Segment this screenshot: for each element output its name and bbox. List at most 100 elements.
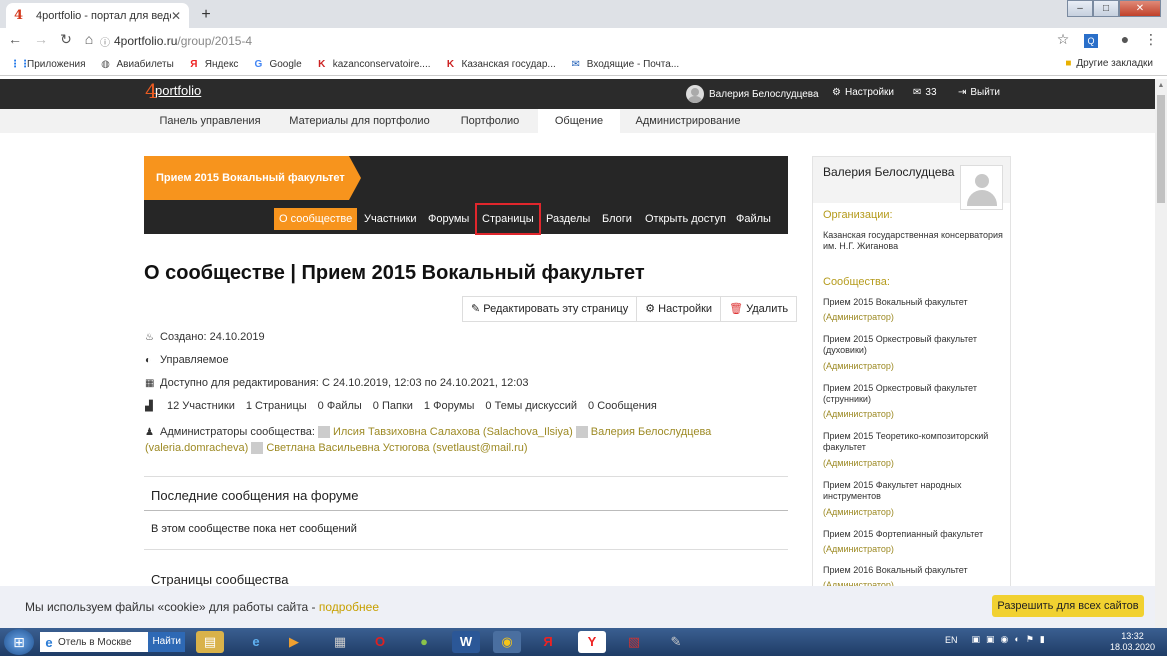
account-icon[interactable]: ● <box>1116 31 1134 47</box>
new-tab-button[interactable]: + <box>196 5 216 25</box>
scrollbar-thumb[interactable] <box>1157 95 1165 203</box>
taskbar-search-input[interactable]: Отель в Москве <box>58 637 148 648</box>
internet-explorer-icon[interactable]: e <box>242 631 270 653</box>
back-arrow-icon[interactable]: ← <box>6 31 24 47</box>
tab-about[interactable]: О сообществе <box>274 208 358 230</box>
community-link[interactable]: Прием 2015 Оркестровый факультет (струнн… <box>823 383 1003 405</box>
page-scrollbar[interactable]: ▲ <box>1155 79 1167 628</box>
app-icon[interactable]: ● <box>410 631 438 653</box>
yandex-icon[interactable]: Y <box>578 631 606 653</box>
media-player-icon[interactable]: ▶ <box>280 631 308 653</box>
profile-avatar[interactable] <box>960 165 1003 210</box>
other-bookmarks[interactable]: ■ Другие закладки <box>1065 58 1153 69</box>
bookmark-kazan-gos[interactable]: K Казанская государ... <box>445 59 556 71</box>
chrome-icon[interactable]: ◉ <box>493 631 521 653</box>
cookie-more-link[interactable]: подробнее <box>319 600 379 614</box>
scroll-up-icon[interactable]: ▲ <box>1155 82 1167 89</box>
home-icon[interactable]: ⌂ <box>80 31 98 47</box>
stat-folders: 0 Папки <box>372 400 413 412</box>
user-menu[interactable]: Валерия Белослудцева <box>686 85 819 103</box>
start-button[interactable]: ⊞ <box>4 629 34 655</box>
managed-row: ◐ Управляемое <box>145 354 229 366</box>
yandex-browser-icon[interactable]: Я <box>534 631 562 653</box>
calculator-icon[interactable]: ▦ <box>326 631 354 653</box>
bookmark-mail[interactable]: ✉ Входящие - Почта... <box>570 59 680 71</box>
address-bar-row: ← → ↻ ⌂ ⓘ 4portfolio.ru/group/2015-4 ☆ Q… <box>0 28 1167 54</box>
bookmark-kazanconservatoire[interactable]: Kkazanconservatoire.... <box>316 59 430 71</box>
taskbar-search-button[interactable]: Найти <box>148 632 185 652</box>
extension-icon[interactable]: Q <box>1084 34 1098 48</box>
menu-dots-icon[interactable]: ⋮ <box>1142 31 1160 48</box>
admin-link[interactable]: Илсия Тавзиховна Салахова <box>333 426 480 438</box>
community-link[interactable]: Прием 2015 Оркестровый факультет (духови… <box>823 334 1003 356</box>
settings-link[interactable]: ⚙ Настройки <box>832 87 894 98</box>
edit-page-button[interactable]: ✎ Редактировать эту страницу <box>463 297 638 321</box>
opera-icon[interactable]: O <box>366 631 394 653</box>
clock[interactable]: 13:32 18.03.2020 <box>1110 631 1155 653</box>
tab-blogs[interactable]: Блоги <box>597 208 637 230</box>
community-link[interactable]: Прием 2016 Вокальный факультет <box>823 565 1003 576</box>
site-logo[interactable]: 4 portfolio <box>145 79 213 103</box>
bookmark-avia[interactable]: ◍ Авиабилеты <box>100 59 174 71</box>
bookmark-label: Яндекс <box>204 59 239 70</box>
edit-page-label: Редактировать эту страницу <box>483 303 629 315</box>
other-bookmarks-label: Другие закладки <box>1076 58 1153 69</box>
windows-taskbar: ⊞ e Отель в Москве Найти ▤ e ▶ ▦ O ● W ◉… <box>0 628 1167 656</box>
word-icon[interactable]: W <box>452 631 480 653</box>
community-link[interactable]: Прием 2015 Вокальный факультет <box>823 297 1003 308</box>
tab-forums[interactable]: Форумы <box>423 208 474 230</box>
minimize-button[interactable]: – <box>1067 0 1093 17</box>
explorer-icon[interactable]: ▤ <box>196 631 224 653</box>
tray-icons[interactable]: ▣▣◉◐⚑▮ <box>972 634 1051 645</box>
nav-materials[interactable]: Материалы для портфолио <box>282 109 437 133</box>
admin-login[interactable]: (Salachova_Ilsiya) <box>483 426 573 438</box>
forward-arrow-icon[interactable]: → <box>32 31 50 47</box>
community-link[interactable]: Прием 2015 Факультет народных инструмент… <box>823 480 1003 502</box>
editable-value: С 24.10.2019, 12:03 по 24.10.2021, 12:03 <box>321 377 529 389</box>
bookmark-yandex[interactable]: Я Яндекс <box>188 59 239 71</box>
info-icon[interactable]: ⓘ <box>100 34 110 49</box>
bookmark-apps[interactable]: ⋮⋮ Приложения <box>10 59 86 71</box>
tool-icon[interactable]: ✎ <box>662 631 690 653</box>
admin-link[interactable]: Валерия Белослудцева <box>591 426 712 438</box>
logout-link[interactable]: ⇥ Выйти <box>958 87 1000 98</box>
close-window-button[interactable]: ✕ <box>1119 0 1161 17</box>
allow-cookies-button[interactable]: Разрешить для всех сайтов <box>992 595 1144 617</box>
settings-button[interactable]: ⚙ Настройки <box>637 297 722 321</box>
browser-tab[interactable]: 4 4portfolio - портал для ведения ✕ <box>6 3 189 28</box>
reload-icon[interactable]: ↻ <box>57 31 75 48</box>
community-role: (Администратор) <box>823 458 894 468</box>
tab-members[interactable]: Участники <box>359 208 422 230</box>
nav-portfolio[interactable]: Портфолио <box>450 109 530 133</box>
delete-button[interactable]: 🗑︎ Удалить <box>721 297 796 321</box>
messages-link[interactable]: ✉ 33 <box>913 87 937 98</box>
maximize-button[interactable]: □ <box>1093 0 1119 17</box>
admin-login[interactable]: (svetlaust@mail.ru) <box>433 442 528 454</box>
group-title[interactable]: Прием 2015 Вокальный факультет <box>144 156 361 200</box>
sidebar-user-name[interactable]: Валерия Белослудцева <box>823 166 958 179</box>
admin-link[interactable]: Светлана Васильевна Устюгова <box>266 442 429 454</box>
tab-files[interactable]: Файлы <box>731 208 776 230</box>
bookmark-google[interactable]: G Google <box>252 59 302 71</box>
language-indicator[interactable]: EN <box>945 635 958 645</box>
paint-icon[interactable]: ▧ <box>620 631 648 653</box>
url-path: /group/2015-4 <box>177 34 253 48</box>
bookmark-star-icon[interactable]: ☆ <box>1054 31 1072 48</box>
user-icon: ♟ <box>145 426 154 438</box>
tab-share[interactable]: Открыть доступ <box>640 208 731 230</box>
url-host: 4portfolio.ru <box>114 34 178 48</box>
org-name[interactable]: Казанская государственная консерватория … <box>823 230 1003 252</box>
taskbar-search[interactable]: e Отель в Москве Найти <box>40 632 185 652</box>
community-link[interactable]: Прием 2015 Фортепианный факультет <box>823 529 1003 540</box>
nav-dashboard[interactable]: Панель управления <box>150 109 270 133</box>
trash-icon: 🗑︎ <box>729 303 747 315</box>
nav-communication[interactable]: Общение <box>538 109 620 133</box>
stat-topics: 0 Темы дискуссий <box>485 400 578 412</box>
close-tab-icon[interactable]: ✕ <box>171 9 181 23</box>
admin-login[interactable]: (valeria.domracheva) <box>145 442 248 454</box>
community-link[interactable]: Прием 2015 Теоретико-композиторский факу… <box>823 431 1003 453</box>
nav-administration[interactable]: Администрирование <box>628 109 748 133</box>
tab-sections[interactable]: Разделы <box>541 208 595 230</box>
url-field[interactable]: ⓘ 4portfolio.ru/group/2015-4 <box>100 31 1080 51</box>
bookmarks-bar: ⋮⋮ Приложения ◍ Авиабилеты Я Яндекс G Google… <box>0 54 1167 76</box>
